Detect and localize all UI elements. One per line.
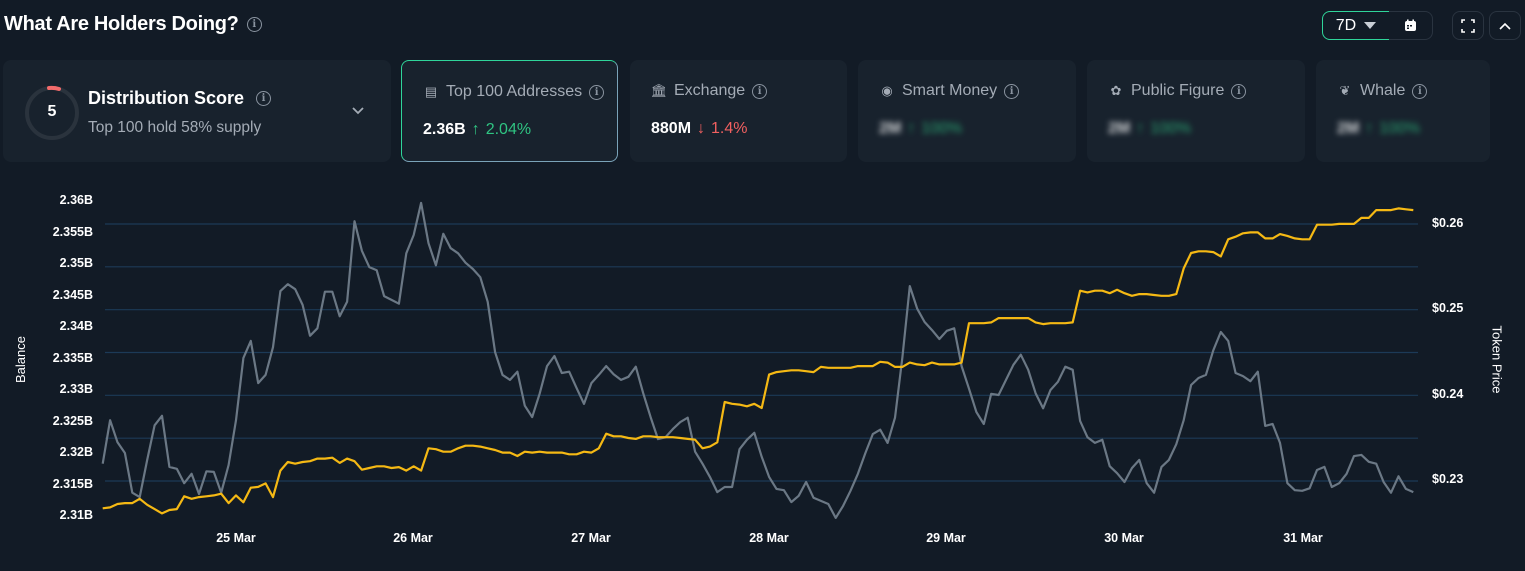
token-price-series-line — [102, 207, 1414, 515]
holders-chart — [101, 201, 1418, 520]
balance-series-line — [101, 201, 1414, 520]
